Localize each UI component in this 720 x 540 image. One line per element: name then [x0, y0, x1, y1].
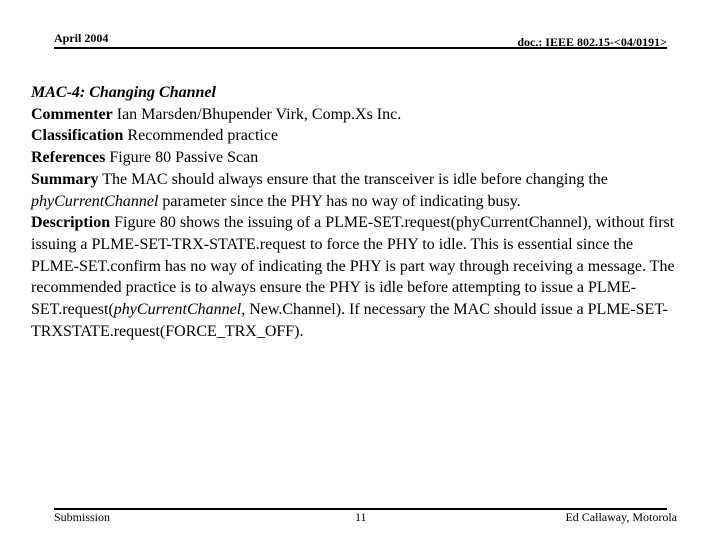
references-line: References Figure 80 Passive Scan	[31, 147, 681, 169]
references-value: Figure 80 Passive Scan	[105, 149, 259, 167]
summary-label: Summary	[31, 170, 99, 188]
commenter-line: Commenter Ian Marsden/Bhupender Virk, Co…	[31, 104, 681, 126]
slide-body: MAC-4: Changing Channel Commenter Ian Ma…	[31, 82, 681, 342]
slide-title: MAC-4: Changing Channel	[31, 84, 216, 101]
classification-label: Classification	[31, 127, 124, 145]
header-divider	[54, 47, 667, 49]
footer-author: Ed Callaway, Motorola	[565, 510, 677, 524]
commenter-value: Ian Marsden/Bhupender Virk, Comp.Xs Inc.	[112, 105, 402, 123]
header-date: April 2004	[54, 31, 109, 45]
summary-text-2: parameter since the PHY has no way of in…	[158, 192, 521, 210]
description-label: Description	[31, 214, 111, 232]
description-paragraph: Description Figure 80 shows the issuing …	[31, 212, 681, 342]
summary-text-1: The MAC should always ensure that the tr…	[98, 170, 608, 188]
summary-paragraph: Summary The MAC should always ensure tha…	[31, 169, 681, 212]
description-param: phyCurrentChannel	[113, 301, 242, 319]
summary-param: phyCurrentChannel	[31, 192, 159, 210]
references-label: References	[31, 149, 106, 167]
footer-submission: Submission	[54, 510, 111, 524]
commenter-label: Commenter	[31, 105, 113, 123]
classification-value: Recommended practice	[123, 127, 279, 145]
footer-page-number: 11	[355, 510, 367, 524]
classification-line: Classification Recommended practice	[31, 125, 681, 147]
